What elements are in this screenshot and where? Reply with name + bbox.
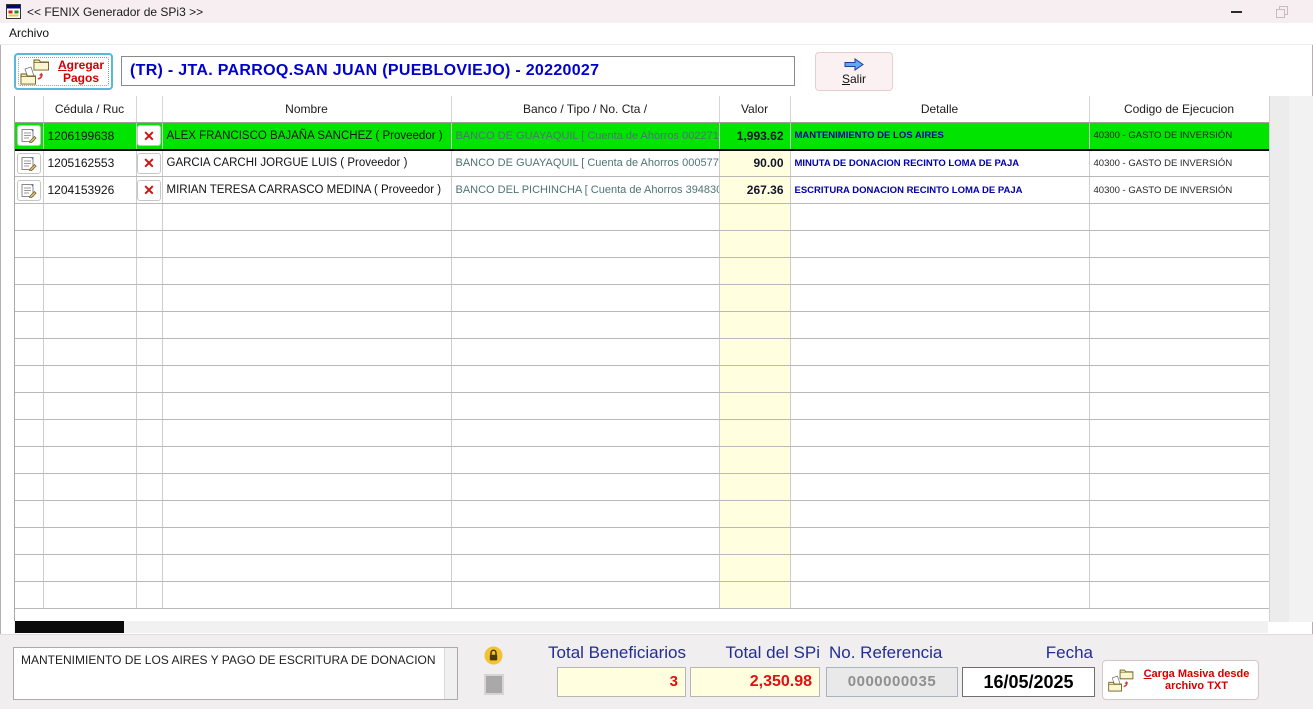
salir-label: Salir [841,71,867,86]
total-spi-value: 2,350.98 [690,667,820,697]
restore-icon [1276,5,1288,18]
delete-x-icon: ✕ [143,182,155,198]
header-detalle: Detalle [790,96,1090,123]
edit-row-icon [21,183,37,198]
carga-masiva-folders-icon [1108,669,1134,691]
header-cedula: Cédula / Ruc [43,96,137,123]
total-beneficiarios-label: Total Beneficiarios [548,643,686,662]
empty-table-row[interactable] [15,311,1269,339]
table-row[interactable]: 1205162553 ✕ GARCIA CARCHI JORGUE LUIS (… [15,149,1269,177]
edit-row-button[interactable] [16,125,41,147]
exit-arrow-icon [844,57,864,71]
carga-masiva-label: Carga Masiva desde archivo TXT [1143,668,1250,692]
grid-body: 1206199638 ✕ ALEX FRANCISCO BAJAÑA SANCH… [15,122,1269,609]
empty-table-row[interactable] [15,446,1269,474]
status-square[interactable] [484,674,504,695]
fecha-value[interactable]: 16/05/2025 [962,667,1095,697]
payments-grid: Cédula / Ruc Nombre Banco / Tipo / No. C… [14,96,1269,622]
delete-row-button[interactable]: ✕ [137,125,161,147]
empty-table-row[interactable] [15,554,1269,582]
header-valor: Valor [719,96,791,123]
edit-row-button[interactable] [16,179,41,201]
minimize-button[interactable] [1214,0,1259,23]
delete-x-icon: ✕ [143,155,155,172]
total-beneficiarios-value: 3 [557,667,686,697]
memo-scrollbar[interactable] [444,648,457,699]
empty-table-row[interactable] [15,338,1269,366]
agregar-pagos-button[interactable]: Agregar Pagos [14,53,113,90]
salir-button[interactable]: Salir [815,52,893,91]
horizontal-scrollbar-thumb[interactable] [15,621,124,633]
empty-table-row[interactable] [15,581,1269,609]
empty-table-row[interactable] [15,419,1269,447]
header-codigo: Codigo de Ejecucion [1089,96,1269,123]
grid-header-row: Cédula / Ruc Nombre Banco / Tipo / No. C… [15,96,1269,123]
menu-archivo[interactable]: Archivo [0,23,57,43]
carga-masiva-button[interactable]: Carga Masiva desde archivo TXT [1102,660,1259,700]
empty-table-row[interactable] [15,203,1269,231]
total-spi-label: Total del SPi [725,643,821,662]
agregar-pagos-label: Agregar Pagos [57,57,105,85]
minimize-icon [1231,10,1242,13]
edit-row-button[interactable] [16,152,41,174]
edit-row-icon [21,129,37,144]
empty-table-row[interactable] [15,284,1269,312]
empty-table-row[interactable] [15,257,1269,285]
empty-table-row[interactable] [15,365,1269,393]
window-title: << FENIX Generador de SPi3 >> [27,4,204,19]
app-icon [6,4,21,19]
empty-table-row[interactable] [15,473,1269,501]
empty-table-row[interactable] [15,392,1269,420]
empty-table-row[interactable] [15,230,1269,258]
header-row-selector [15,96,44,123]
empty-table-row[interactable] [15,527,1269,555]
header-banco: Banco / Tipo / No. Cta / [451,96,720,123]
delete-x-icon: ✕ [143,127,155,144]
edit-row-icon [21,156,37,171]
right-margin [1289,96,1313,622]
memo-overlay [13,647,458,700]
restore-button[interactable] [1260,0,1305,23]
header-delete [136,96,163,123]
header-nombre: Nombre [162,96,452,123]
empty-table-row[interactable] [15,500,1269,528]
add-payments-folders-icon [20,59,49,84]
grid-horizontal-scrollbar[interactable] [14,621,1268,633]
no-referencia-label: No. Referencia [829,643,943,662]
entity-name-field[interactable]: (TR) - JTA. PARROQ.SAN JUAN (PUEBLOVIEJO… [121,56,795,86]
grid-vertical-scrollbar[interactable] [1269,96,1289,622]
table-row[interactable]: 1204153926 ✕ MIRIAN TERESA CARRASCO MEDI… [15,176,1269,204]
table-row[interactable]: 1206199638 ✕ ALEX FRANCISCO BAJAÑA SANCH… [15,122,1269,151]
delete-row-button[interactable]: ✕ [137,179,161,201]
delete-row-button[interactable]: ✕ [137,152,161,174]
menu-bar: Archivo [0,23,1313,45]
no-referencia-value: 0000000035 [826,667,958,697]
title-bar: << FENIX Generador de SPi3 >> [0,0,1313,23]
fecha-label: Fecha [1045,643,1093,662]
